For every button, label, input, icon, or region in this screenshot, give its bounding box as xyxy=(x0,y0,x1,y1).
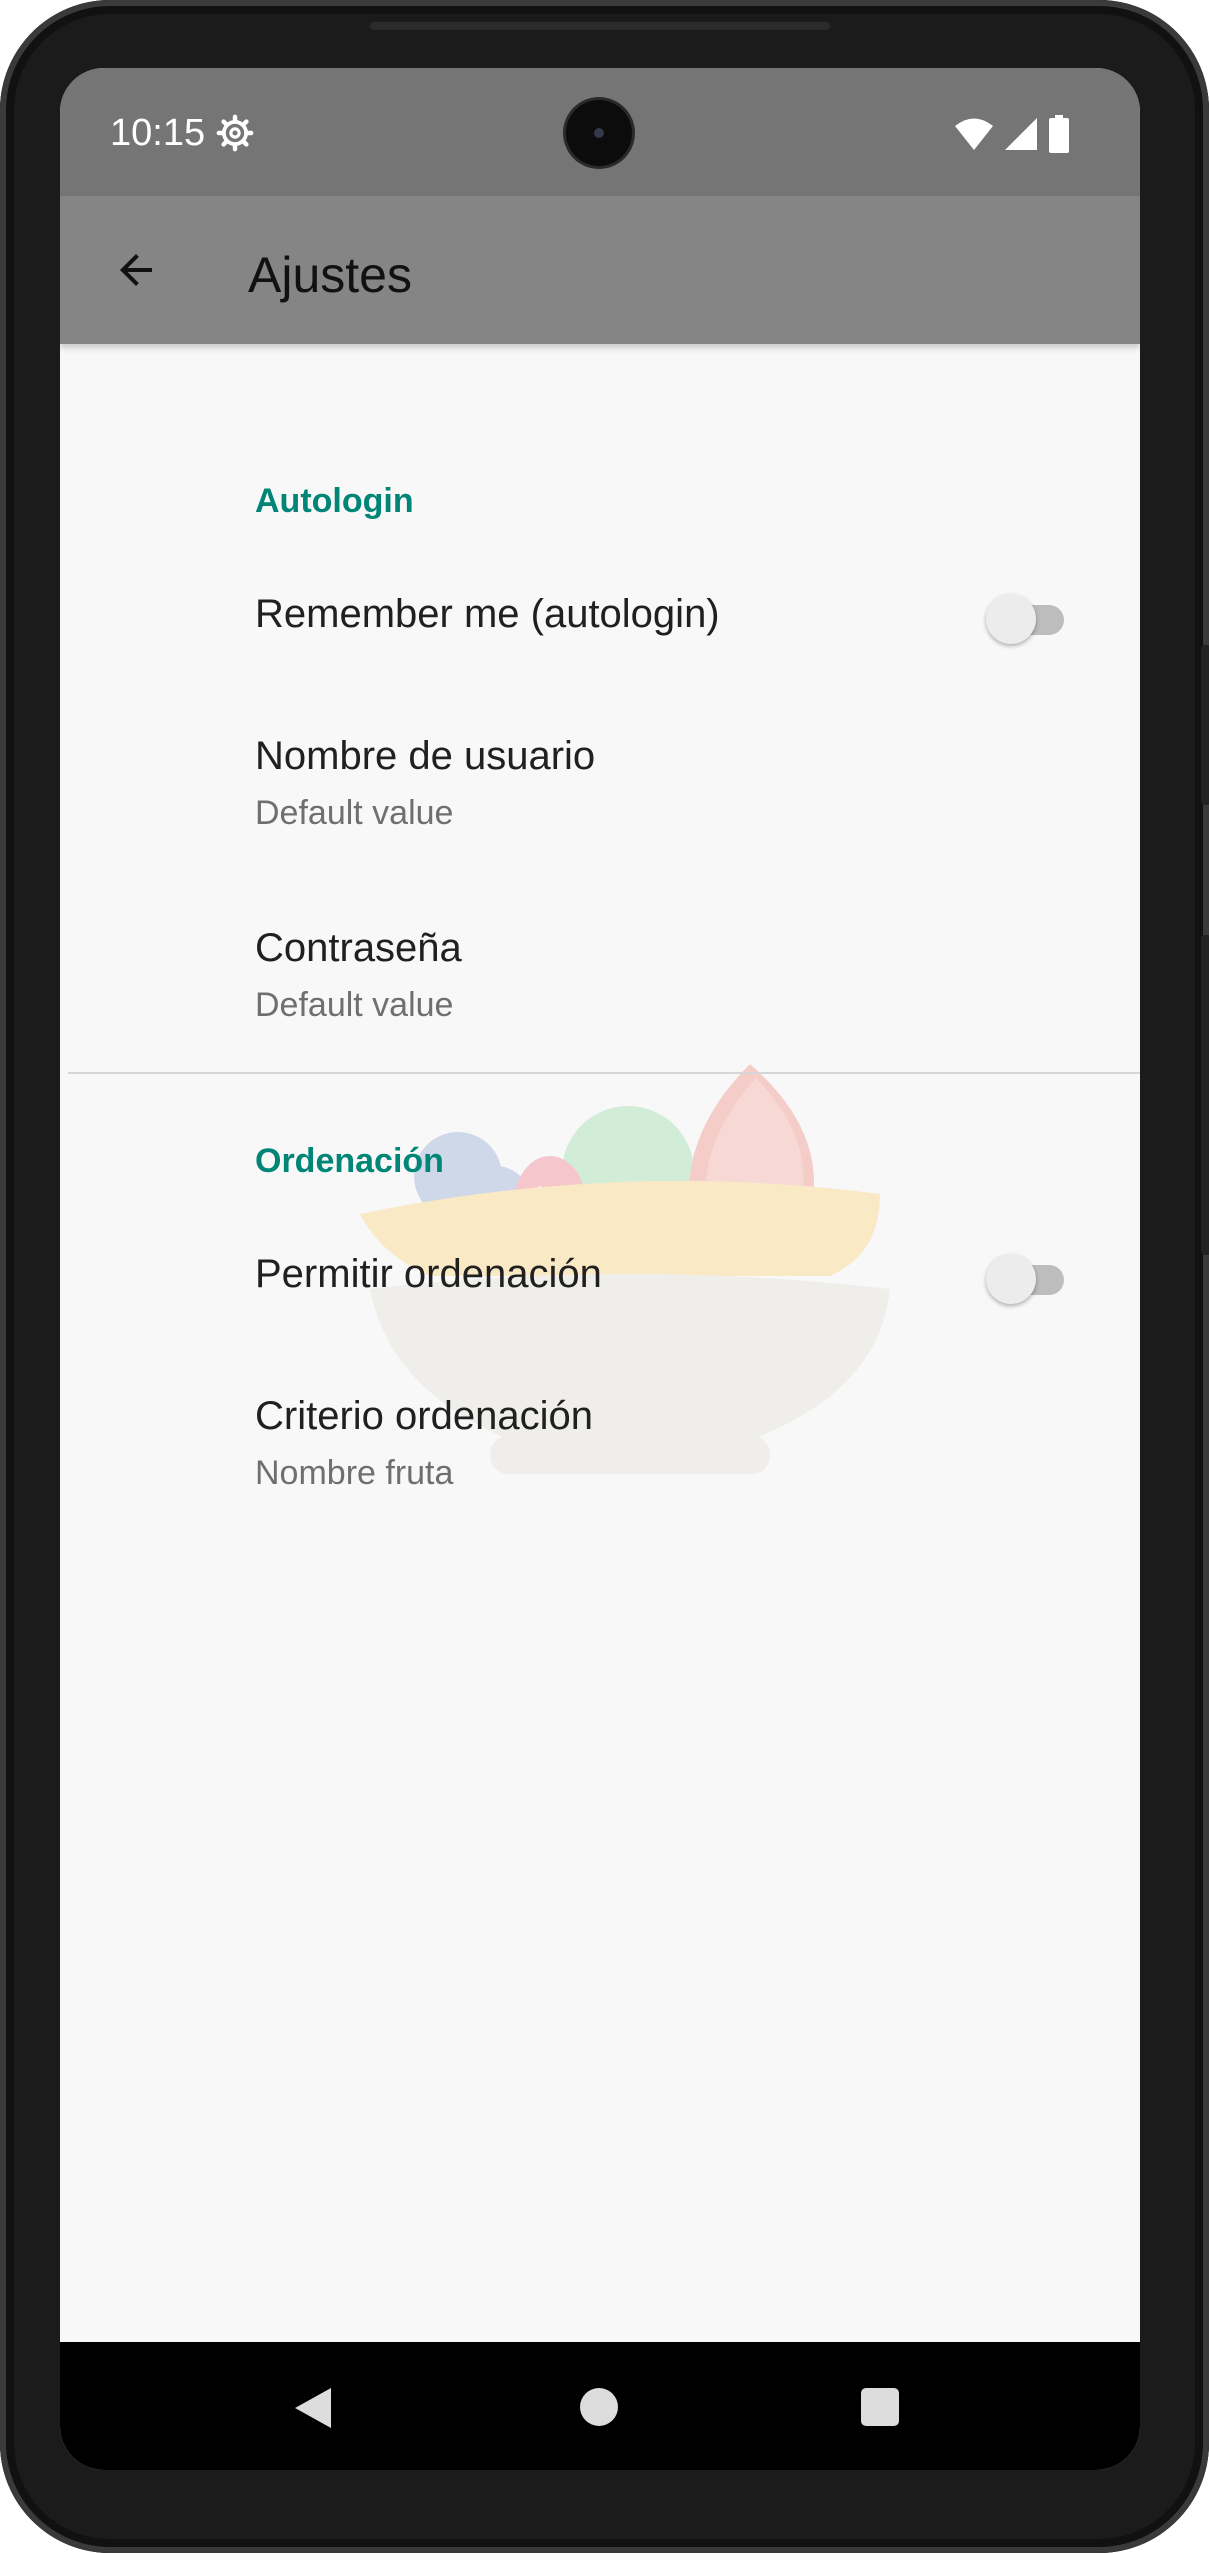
allow-sorting-title[interactable]: Permitir ordenación xyxy=(255,1252,602,1297)
phone-frame: 10:15 Ajustes Autologin Remember me (aut… xyxy=(0,0,1209,2553)
nav-home-icon[interactable] xyxy=(580,2388,618,2426)
password-title[interactable]: Contraseña xyxy=(255,926,462,971)
remember-me-switch[interactable] xyxy=(986,594,1070,644)
sort-criterion-summary: Nombre fruta xyxy=(255,1454,454,1492)
status-bar: 10:15 xyxy=(60,68,1140,196)
navigation-bar xyxy=(60,2342,1140,2470)
arrow-back-icon xyxy=(120,254,152,286)
status-icons xyxy=(954,114,1070,154)
nav-back-icon[interactable] xyxy=(293,2386,333,2430)
preferences-list: Autologin Remember me (autologin) Nombre… xyxy=(60,344,1140,2344)
cell-signal-icon xyxy=(1005,118,1037,150)
switch-thumb xyxy=(986,1254,1036,1304)
app-bar: Ajustes xyxy=(60,196,1140,344)
wifi-icon xyxy=(955,118,993,150)
allow-sorting-switch[interactable] xyxy=(986,1254,1070,1304)
password-summary: Default value xyxy=(255,986,454,1024)
section-header-sorting: Ordenación xyxy=(255,1142,444,1180)
switch-thumb xyxy=(986,594,1036,644)
speaker-grille xyxy=(370,22,830,30)
sort-criterion-title[interactable]: Criterio ordenación xyxy=(255,1394,593,1439)
page-title: Ajustes xyxy=(248,247,412,303)
power-button xyxy=(1201,645,1209,805)
battery-icon xyxy=(1049,115,1069,153)
section-header-autologin: Autologin xyxy=(255,482,414,520)
screen: 10:15 Ajustes Autologin Remember me (aut… xyxy=(60,68,1140,2470)
back-button[interactable] xyxy=(98,232,174,308)
section-divider xyxy=(68,1072,1140,1074)
volume-button xyxy=(1201,935,1209,1255)
settings-gear-icon xyxy=(216,114,254,152)
nav-recents-icon[interactable] xyxy=(861,2388,899,2426)
status-time: 10:15 xyxy=(110,112,206,154)
remember-me-title[interactable]: Remember me (autologin) xyxy=(255,592,720,637)
username-summary: Default value xyxy=(255,794,454,832)
username-title[interactable]: Nombre de usuario xyxy=(255,734,595,779)
front-camera xyxy=(566,100,632,166)
